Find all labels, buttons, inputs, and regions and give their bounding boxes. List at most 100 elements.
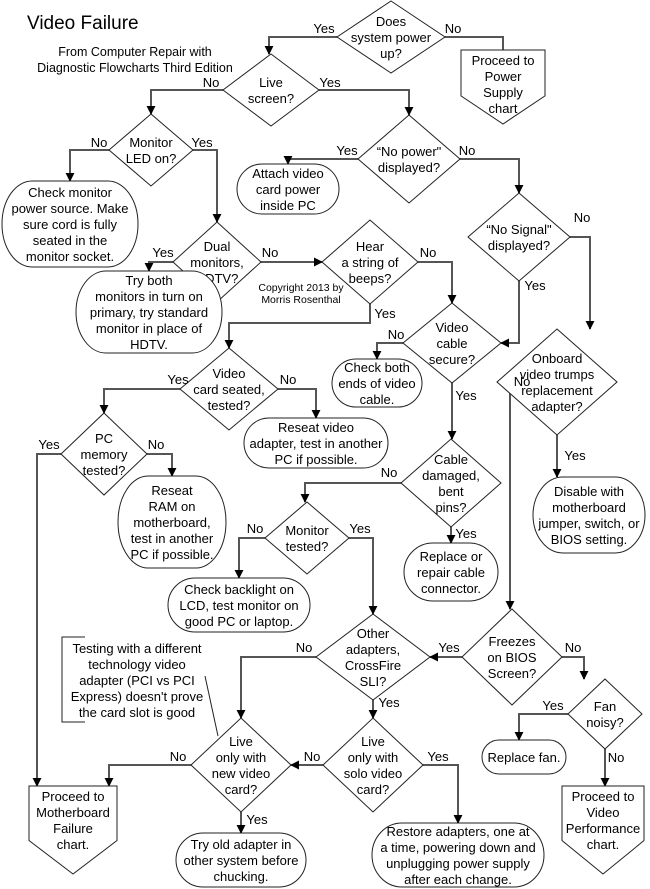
edge-freezes-bios-to-fan-noisy <box>562 656 589 680</box>
node-replace-cable: Replace orrepair cableconnector. <box>403 542 499 602</box>
edge-other-adapters-to-live-new-card <box>236 656 316 719</box>
node-text-line: Restore adapters, one at <box>386 824 529 839</box>
node-text-line: Hear <box>356 239 385 254</box>
node-text-line: up? <box>380 46 402 61</box>
node-text-line: Live <box>229 734 253 749</box>
edge-no-signal-to-onboard-trumps <box>570 236 595 330</box>
edge-label-no: No <box>304 749 321 764</box>
node-text-line: solo video <box>344 766 403 781</box>
edge-live-solo-card-to-restore-adapters <box>423 764 463 824</box>
node-text-line: a time, powering down and <box>380 840 535 855</box>
decision-diamond <box>567 678 643 750</box>
chart-title: Video Failure <box>27 13 139 34</box>
node-motherboard-chart: Proceed toMotherboardFailurechart. <box>28 785 118 875</box>
node-text-line: Live <box>361 734 385 749</box>
edge-label-no: No <box>296 640 313 655</box>
node-text-line: PC <box>95 431 113 446</box>
node-text-line: jumper, switch, or <box>537 516 640 531</box>
node-text-line: Attach video <box>252 166 324 181</box>
node-text-line: monitor socket. <box>26 249 114 264</box>
node-text-line: Does <box>376 14 407 29</box>
node-text-line: a string of <box>341 255 398 270</box>
edge-onboard-trumps-to-freezes-bios <box>497 381 515 610</box>
node-text-line: chart. <box>57 837 90 852</box>
edge-dual-monitors-to-try-both <box>144 261 173 272</box>
node-freezes-bios: Freezeson BIOSScreen? <box>461 608 563 706</box>
node-text-line: motherboard, <box>133 515 210 530</box>
annotation-leader <box>204 675 219 737</box>
node-text-line: Disable with <box>554 484 624 499</box>
node-check-backlight: Check backlight onLCD, test monitor ongo… <box>167 577 311 633</box>
node-text-line: Failure <box>53 821 93 836</box>
decision-diamond <box>222 53 320 127</box>
node-text-line: Proceed to <box>472 53 535 68</box>
copyright-line-1: Copyright 2013 by <box>258 282 344 294</box>
node-text-line: repair cable <box>417 565 485 580</box>
node-text-line: Reseat <box>151 483 193 498</box>
node-text-line: connector. <box>421 581 481 596</box>
node-monitor-tested: Monitortested? <box>264 501 350 575</box>
node-text-line: Proceed to <box>572 789 635 804</box>
node-text-line: Replace fan. <box>488 750 561 765</box>
node-attach-power: Attach videocard powerinside PC <box>236 163 340 215</box>
node-text-line: displayed? <box>378 160 440 175</box>
annotation: Testing with a different technology vide… <box>61 636 219 737</box>
edge-no-signal-to-cable-secure <box>500 281 520 348</box>
node-text-line: Dual <box>204 239 231 254</box>
subtitle-line-2: Diagnostic Flowcharts Third Edition <box>37 61 233 75</box>
node-text-line: inside PC <box>260 198 316 213</box>
node-check-cable-ends: Check bothends of videocable. <box>331 358 423 408</box>
decision-diamond <box>264 501 350 575</box>
node-cable-damaged: Cabledamaged,bentpins? <box>400 438 502 528</box>
node-text-line: test in another <box>131 531 214 546</box>
node-text-line: SLI? <box>360 674 387 689</box>
node-text-line: beeps? <box>349 271 392 286</box>
node-restore-adapters: Restore adapters, one ata time, powering… <box>371 822 545 888</box>
edge-card-seated-to-reseat-video <box>278 388 321 419</box>
node-power-supply: Proceed toPowerSupplychart <box>460 49 546 125</box>
node-replace-fan: Replace fan. <box>481 739 567 775</box>
node-text-line: power source. Make <box>11 201 128 216</box>
edge-label-yes: Yes <box>152 245 174 260</box>
edge-monitor-tested-to-check-backlight <box>234 537 265 579</box>
node-text-line: Video <box>586 805 619 820</box>
annotation-line: Testing with a different <box>72 641 201 656</box>
node-text-line: RAM on <box>149 499 196 514</box>
edge-label-no: No <box>170 749 187 764</box>
node-text-line: monitors, <box>190 255 243 270</box>
node-try-old-adapter: Try old adapter inother system beforechu… <box>175 832 307 888</box>
annotation-line: the card slot is good <box>79 705 195 720</box>
annotation-line: Express) doesn't prove <box>71 689 204 704</box>
decision-diamond <box>322 717 424 813</box>
node-text-line: seated in the <box>33 233 107 248</box>
node-reseat-ram: ReseatRAM onmotherboard,test in anotherP… <box>117 475 227 569</box>
node-disable-onboard: Disable withmotherboardjumper, switch, o… <box>532 476 646 554</box>
node-text-line: Onboard <box>532 351 583 366</box>
edge-label-yes: Yes <box>524 278 546 293</box>
edge-power-up-to-live-screen <box>264 36 337 55</box>
edge-monitor-led-to-check-monitor-power <box>65 149 109 182</box>
node-text-line: Monitor <box>129 135 173 150</box>
node-text-line: other system before <box>184 853 299 868</box>
node-other-adapters: Otheradapters,CrossFireSLI? <box>315 613 431 701</box>
annotation-line: adapter (PCI vs PCI <box>79 673 195 688</box>
node-text-line: Try old adapter in <box>191 837 292 852</box>
node-text-line: card seated, <box>193 382 265 397</box>
node-text-line: chucking. <box>214 869 269 884</box>
edge-label-no: No <box>388 327 405 342</box>
edge-label-yes: Yes <box>246 812 268 827</box>
node-text-line: cable <box>436 336 467 351</box>
node-text-line: LED on? <box>126 151 177 166</box>
node-text-line: ends of video <box>338 376 415 391</box>
node-text-line: card? <box>225 782 258 797</box>
edge-no-power-displayed-to-no-signal <box>460 158 524 194</box>
node-text-line: chart. <box>587 837 620 852</box>
edge-no-power-displayed-to-attach-power <box>283 155 358 165</box>
node-live-solo-card: Liveonly withsolo videocard? <box>322 717 424 813</box>
subtitle-line-1: From Computer Repair with <box>58 45 212 59</box>
edge-label-yes: Yes <box>564 448 586 463</box>
edge-label-yes: Yes <box>374 306 396 321</box>
edge-label-yes: Yes <box>455 388 477 403</box>
node-text-line: PC if possible. <box>274 452 357 467</box>
node-text-line: Monitor <box>285 523 329 538</box>
